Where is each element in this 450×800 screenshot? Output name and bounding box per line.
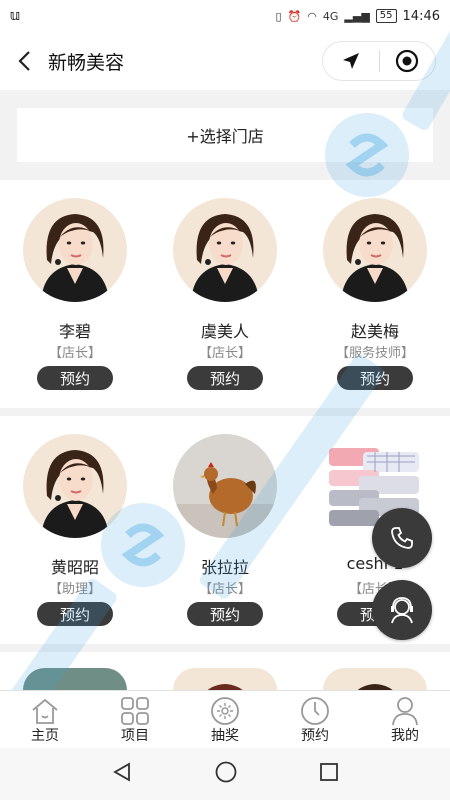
staff-avatar bbox=[23, 434, 127, 538]
staff-name: 黄昭昭 bbox=[50, 558, 99, 577]
tab-home[interactable]: 主页 bbox=[0, 691, 90, 748]
app-header: 新畅美容 bbox=[0, 32, 450, 90]
staff-card[interactable]: 张拉拉 【店长】 预约 bbox=[150, 416, 300, 644]
tab-booking[interactable]: 预约 bbox=[270, 691, 360, 748]
grid-icon bbox=[120, 694, 150, 728]
staff-list: 李碧 【店长】 预约 虞美人 【店长】 预约 赵美梅 【服务技师】 预约 黄昭昭… bbox=[0, 180, 450, 720]
staff-card[interactable]: 赵美梅 【服务技师】 预约 bbox=[300, 180, 450, 408]
mini-program-capsule bbox=[322, 41, 436, 81]
user-icon bbox=[390, 694, 420, 728]
clock-icon bbox=[300, 694, 330, 728]
home-icon bbox=[30, 694, 60, 728]
tab-label: 我的 bbox=[391, 728, 419, 744]
network-label: 4G bbox=[322, 9, 339, 23]
nav-home-icon[interactable] bbox=[214, 760, 238, 788]
service-agent-icon bbox=[391, 597, 413, 624]
nav-back-icon[interactable] bbox=[111, 761, 133, 787]
book-button[interactable]: 预约 bbox=[187, 366, 263, 390]
close-target-icon[interactable] bbox=[379, 42, 435, 80]
page-title: 新畅美容 bbox=[48, 51, 125, 74]
status-bar: 𝕦 ▯ ⏰ ◠ 4G ▂▄▆ 55 14:46 bbox=[0, 0, 450, 32]
tab-label: 主页 bbox=[31, 728, 59, 744]
tab-label: 抽奖 bbox=[211, 728, 239, 744]
alarm-icon: ⏰ bbox=[287, 9, 302, 23]
staff-name: 赵美梅 bbox=[350, 322, 399, 341]
staff-card[interactable]: 虞美人 【店长】 预约 bbox=[150, 180, 300, 408]
signal-icon: ▂▄▆ bbox=[344, 9, 370, 23]
system-nav-bar bbox=[0, 748, 450, 800]
book-button[interactable]: 预约 bbox=[337, 366, 413, 390]
book-button[interactable]: 预约 bbox=[37, 366, 113, 390]
clock-time: 14:46 bbox=[402, 8, 440, 24]
nav-recents-icon[interactable] bbox=[319, 762, 339, 786]
staff-role: 【服务技师】 bbox=[335, 346, 414, 361]
tab-label: 预约 bbox=[301, 728, 329, 744]
tab-projects[interactable]: 项目 bbox=[90, 691, 180, 748]
location-icon[interactable] bbox=[323, 42, 379, 80]
wifi-icon: ◠ bbox=[307, 9, 317, 23]
customer-service-button[interactable] bbox=[372, 580, 432, 640]
select-store-button[interactable]: +选择门店 bbox=[17, 108, 433, 162]
vibrate-icon: ▯ bbox=[275, 9, 282, 23]
app-notification-icon: 𝕦 bbox=[10, 8, 20, 24]
bottom-tab-bar: 主页 项目 抽奖 预约 我的 bbox=[0, 690, 450, 748]
staff-role: 【助理】 bbox=[48, 582, 101, 597]
staff-avatar bbox=[23, 198, 127, 302]
staff-role: 【店长】 bbox=[198, 346, 251, 361]
phone-icon bbox=[391, 527, 413, 549]
phone-call-button[interactable] bbox=[372, 508, 432, 568]
tab-label: 项目 bbox=[121, 728, 149, 744]
staff-card[interactable]: 李碧 【店长】 预约 bbox=[0, 180, 150, 408]
book-button[interactable]: 预约 bbox=[187, 602, 263, 626]
staff-card[interactable]: 黄昭昭 【助理】 预约 bbox=[0, 416, 150, 644]
staff-avatar bbox=[173, 198, 277, 302]
back-icon[interactable] bbox=[0, 32, 48, 90]
staff-avatar bbox=[323, 198, 427, 302]
staff-name: 李碧 bbox=[58, 322, 91, 341]
tab-lottery[interactable]: 抽奖 bbox=[180, 691, 270, 748]
battery-indicator: 55 bbox=[375, 9, 397, 23]
tab-mine[interactable]: 我的 bbox=[360, 691, 450, 748]
staff-role: 【店长】 bbox=[48, 346, 101, 361]
staff-name: 张拉拉 bbox=[200, 558, 249, 577]
book-button[interactable]: 预约 bbox=[37, 602, 113, 626]
lottery-icon bbox=[210, 694, 240, 728]
store-section: +选择门店 bbox=[0, 90, 450, 180]
staff-role: 【店长】 bbox=[198, 582, 251, 597]
staff-name: 虞美人 bbox=[200, 322, 249, 341]
staff-row: 李碧 【店长】 预约 虞美人 【店长】 预约 赵美梅 【服务技师】 预约 bbox=[0, 180, 450, 408]
status-icons: ▯ ⏰ ◠ 4G ▂▄▆ 55 14:46 bbox=[276, 9, 441, 24]
staff-avatar bbox=[173, 434, 277, 538]
